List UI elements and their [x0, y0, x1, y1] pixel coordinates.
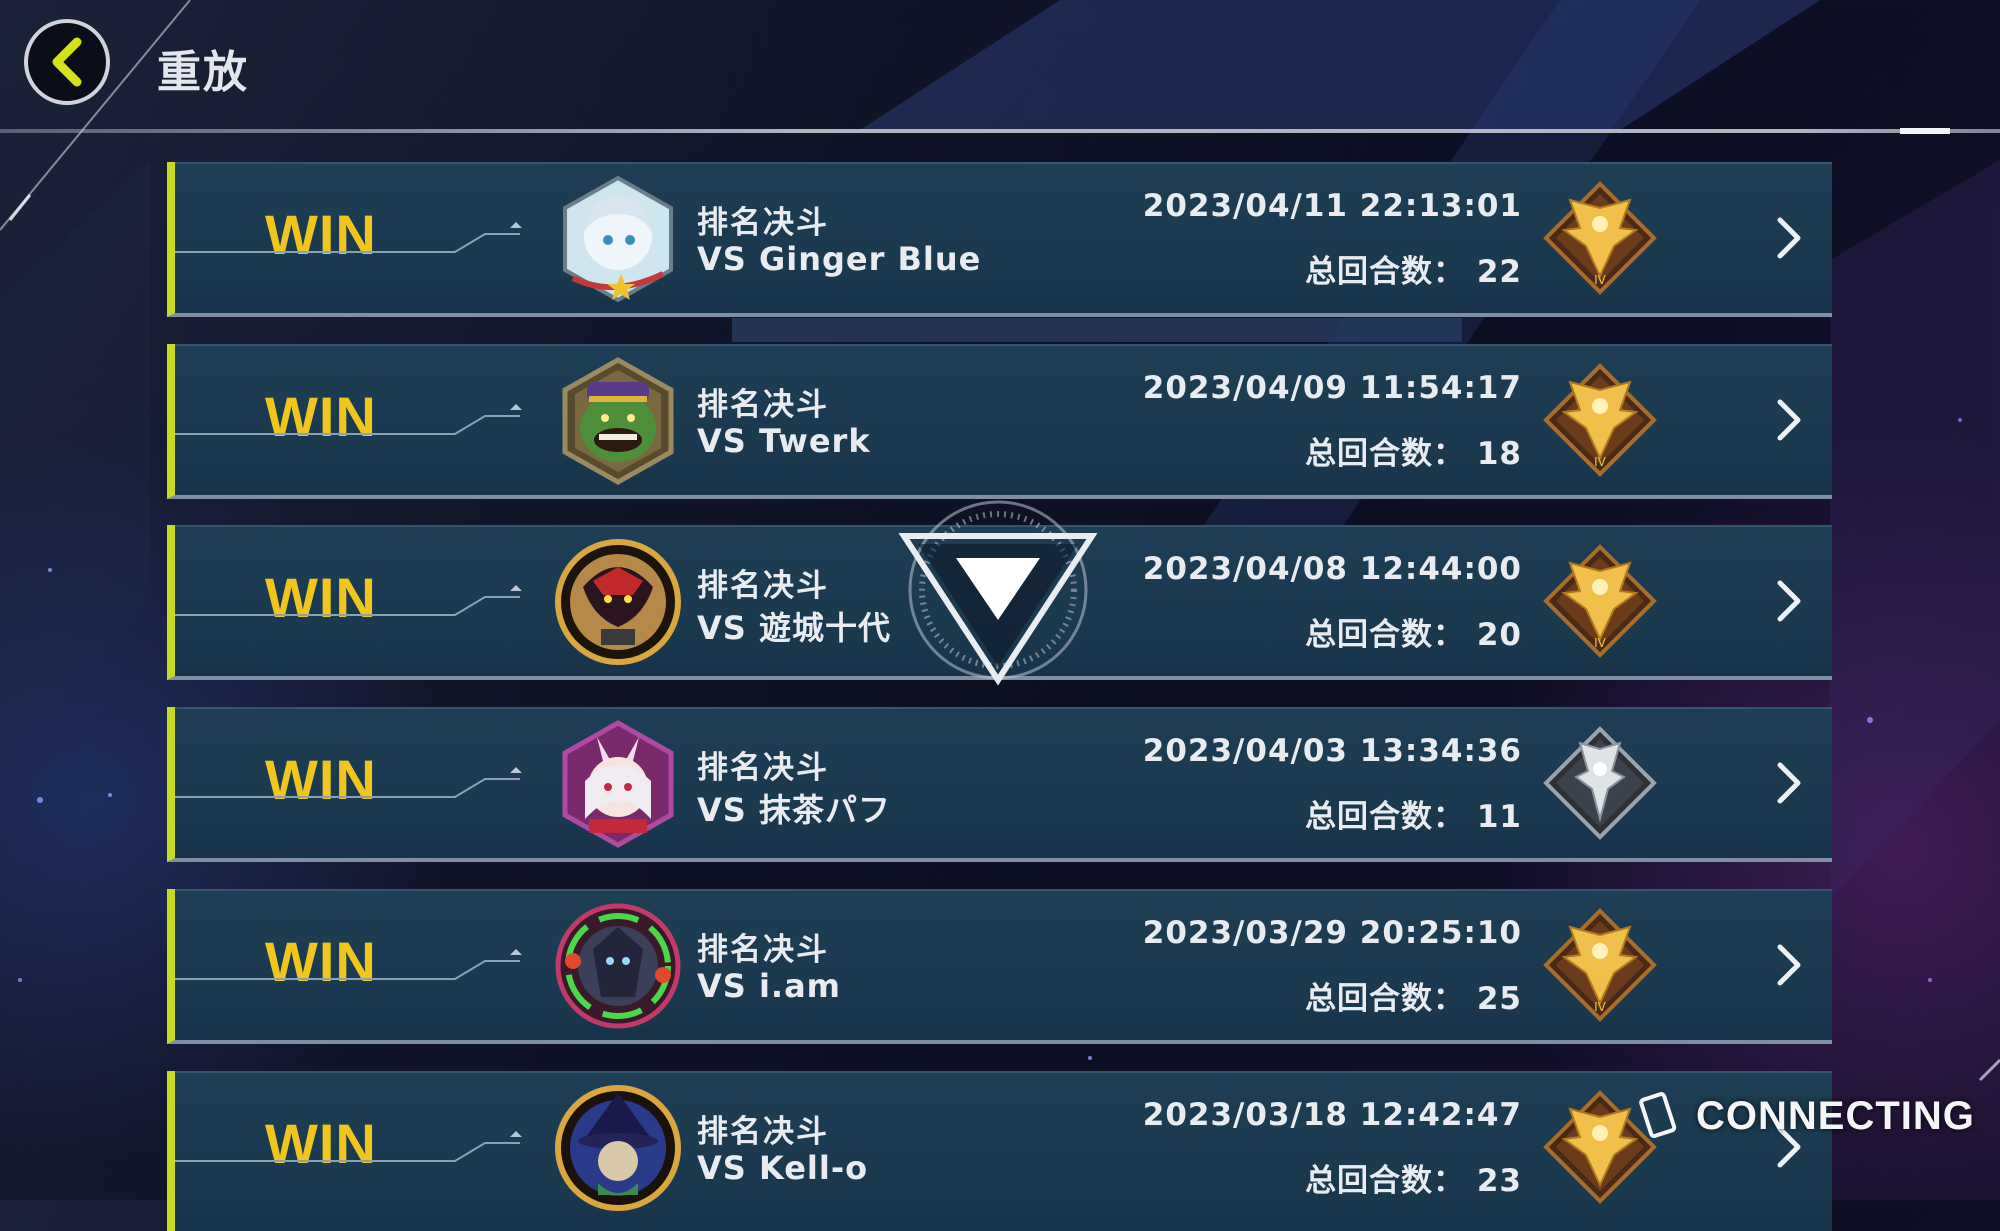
- connecting-status: CONNECTING: [1638, 1092, 1975, 1140]
- opponent-name: VS 抹茶パフ: [697, 791, 891, 829]
- turn-count-value: 23: [1476, 1163, 1522, 1199]
- green-goblin-avatar-icon: [562, 357, 674, 485]
- dark-hero-avatar-icon: [555, 539, 681, 665]
- dark-warrior-avatar-icon: [555, 903, 681, 1029]
- turn-count-label: 总回合数：: [1305, 617, 1466, 653]
- turn-count-label: 总回合数：: [1305, 981, 1466, 1017]
- turn-count: 总回合数： 25: [1305, 973, 1522, 1018]
- header-bar: 重放: [0, 0, 2000, 135]
- duel-datetime: 2023/04/03 13:34:36: [1142, 733, 1522, 769]
- turn-count-label: 总回合数：: [1305, 254, 1466, 290]
- chevron-right-icon[interactable]: [1772, 396, 1806, 444]
- duel-datetime: 2023/04/09 11:54:17: [1142, 370, 1522, 406]
- turn-count-label: 总回合数：: [1305, 436, 1466, 472]
- duel-datetime: 2023/03/29 20:25:10: [1142, 915, 1522, 951]
- turn-count: 总回合数： 22: [1305, 246, 1522, 291]
- result-underline: [175, 949, 522, 980]
- gold-rank-emblem-icon: IV: [1543, 181, 1657, 295]
- opponent-name: VS 遊城十代: [697, 609, 891, 647]
- turn-count-label: 总回合数：: [1305, 799, 1466, 835]
- turn-count-value: 25: [1476, 981, 1522, 1017]
- gold-rank-emblem-icon: IV: [1543, 908, 1657, 1022]
- chevron-right-icon[interactable]: [1772, 214, 1806, 262]
- header-accent-tick: [1900, 128, 1950, 134]
- duel-datetime: 2023/03/18 12:42:47: [1142, 1097, 1522, 1133]
- card-icon: [1639, 1092, 1677, 1139]
- result-underline: [175, 1131, 522, 1162]
- silver-rank-emblem-icon: [1543, 726, 1657, 840]
- dark-magician-avatar-icon: [555, 1085, 681, 1211]
- back-button[interactable]: [24, 19, 110, 105]
- duel-datetime: 2023/04/08 12:44:00: [1142, 551, 1522, 587]
- duel-mode-label: 排名决斗: [697, 750, 829, 786]
- svg-text:IV: IV: [1594, 1000, 1607, 1014]
- duel-mode-label: 排名决斗: [697, 568, 829, 604]
- result-underline: [175, 767, 522, 798]
- duel-mode-label: 排名决斗: [697, 932, 829, 968]
- header-divider: [0, 129, 2000, 133]
- turn-count-label: 总回合数：: [1305, 1163, 1466, 1199]
- turn-count-value: 11: [1476, 799, 1522, 835]
- duel-mode-label: 排名决斗: [697, 205, 829, 241]
- turn-count-value: 22: [1476, 254, 1522, 290]
- duel-mode-label: 排名决斗: [697, 387, 829, 423]
- turn-count: 总回合数： 20: [1305, 609, 1522, 654]
- opponent-name: VS Kell-o: [697, 1149, 869, 1187]
- chevron-right-icon[interactable]: [1772, 759, 1806, 807]
- white-haired-character-avatar-icon: [563, 175, 673, 303]
- replay-row[interactable]: WIN 排名决斗 VS i.am 2023/03/29 20:25:10 总回合…: [167, 889, 1832, 1044]
- connecting-text: CONNECTING: [1696, 1093, 1975, 1138]
- opponent-name: VS i.am: [697, 967, 842, 1005]
- replay-row[interactable]: WIN 排名决斗 VS Ginger Blue 2023/04/11 22:13…: [167, 162, 1832, 317]
- replay-row[interactable]: WIN 排名决斗 VS Kell-o 2023/03/18 12:42:47 总…: [167, 1071, 1832, 1231]
- chevron-right-icon[interactable]: [1772, 941, 1806, 989]
- loading-triangle-icon: [898, 500, 1098, 686]
- result-underline: [175, 585, 522, 616]
- page-title: 重放: [157, 47, 249, 98]
- svg-text:IV: IV: [1594, 273, 1607, 287]
- chevron-right-icon[interactable]: [1772, 577, 1806, 625]
- turn-count-value: 20: [1476, 617, 1522, 653]
- chevron-left-icon: [52, 37, 82, 87]
- gold-rank-emblem-icon: IV: [1543, 363, 1657, 477]
- duel-mode-label: 排名决斗: [697, 1114, 829, 1150]
- result-underline: [175, 222, 522, 253]
- turn-count: 总回合数： 23: [1305, 1155, 1522, 1200]
- row-separator: [732, 318, 1462, 342]
- gold-rank-emblem-icon: IV: [1543, 544, 1657, 658]
- turn-count-value: 18: [1476, 436, 1522, 472]
- svg-text:IV: IV: [1594, 636, 1607, 650]
- bunny-girl-avatar-icon: [562, 720, 674, 848]
- duel-datetime: 2023/04/11 22:13:01: [1142, 188, 1522, 224]
- turn-count: 总回合数： 11: [1305, 791, 1522, 836]
- result-underline: [175, 404, 522, 435]
- replay-row[interactable]: WIN 排名决斗 VS Twerk 2023/04/09 11:54:17 总回…: [167, 344, 1832, 499]
- turn-count: 总回合数： 18: [1305, 428, 1522, 473]
- opponent-name: VS Twerk: [697, 422, 871, 460]
- svg-text:IV: IV: [1594, 455, 1607, 469]
- replay-row[interactable]: WIN 排名决斗 VS 抹茶パフ 2023/04/03 13:34:36 总回合…: [167, 707, 1832, 862]
- opponent-name: VS Ginger Blue: [697, 240, 982, 278]
